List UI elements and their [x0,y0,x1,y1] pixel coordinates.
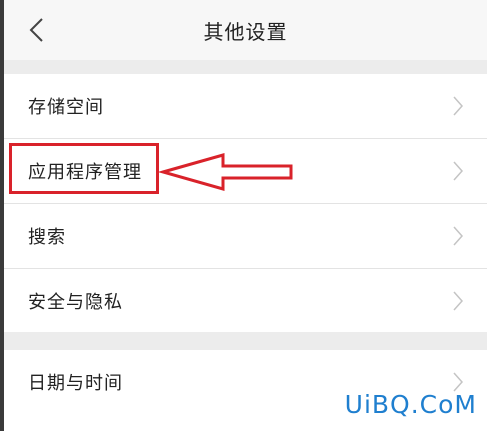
chevron-right-icon [453,226,464,246]
section-gap [4,60,487,74]
chevron-right-icon [453,291,464,311]
section-gap [4,332,487,350]
settings-group-general: 存储空间 应用程序管理 搜索 安全与隐私 [4,74,487,332]
page-title: 其他设置 [203,20,288,44]
settings-item-label: 日期与时间 [28,373,123,394]
settings-item-label: 存储空间 [28,97,104,118]
settings-item-search[interactable]: 搜索 [4,204,487,268]
settings-item-storage[interactable]: 存储空间 [4,74,487,138]
arrow-left-icon [159,153,293,191]
highlight-box-annotation [9,143,159,194]
settings-item-label: 安全与隐私 [28,292,123,313]
settings-screen: 其他设置 存储空间 应用程序管理 搜索 安全与隐私 日期与时间 UiBQ.CoM [4,0,487,431]
watermark-text: UiBQ.CoM [344,390,477,419]
nav-header: 其他设置 [4,0,487,60]
chevron-right-icon [453,96,464,116]
settings-item-label: 搜索 [28,227,66,248]
settings-item-security-privacy[interactable]: 安全与隐私 [4,269,487,333]
chevron-right-icon [453,161,464,181]
